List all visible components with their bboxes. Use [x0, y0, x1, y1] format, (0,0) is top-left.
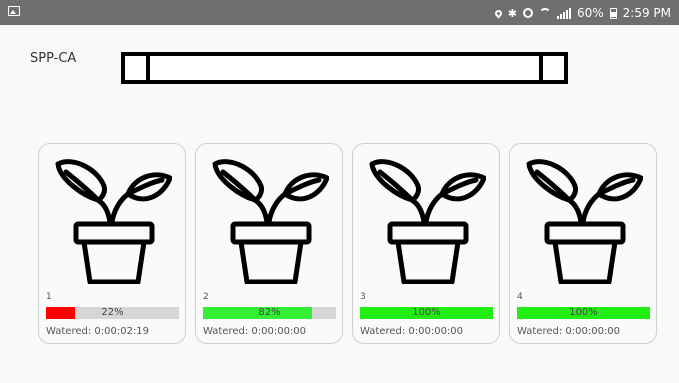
plant-card[interactable]: 1 22% Watered: 0:00:02:19 [38, 143, 186, 344]
moisture-percent: 22% [101, 307, 124, 318]
slider-right-handle[interactable] [539, 56, 543, 80]
bluetooth-icon: ✱ [507, 6, 517, 20]
watered-timer: Watered: 0:00:00:00 [517, 326, 621, 337]
location-icon [493, 8, 504, 18]
signal-icon [556, 7, 571, 19]
range-slider[interactable] [121, 52, 568, 84]
status-icons: ✱ 60% 2:59 PM [493, 4, 671, 22]
watered-timer: Watered: 0:00:00:00 [203, 326, 307, 337]
app-title: SPP-CA [30, 51, 77, 66]
moisture-bar: 22% [46, 307, 179, 319]
alarm-icon [522, 8, 533, 18]
plant-number: 1 [46, 292, 52, 302]
status-bar: ✱ 60% 2:59 PM [0, 0, 679, 25]
potted-plant-icon [211, 150, 330, 285]
potted-plant-icon [368, 150, 487, 285]
image-icon [8, 6, 20, 16]
potted-plant-icon [54, 150, 173, 285]
clock: 2:59 PM [622, 6, 671, 20]
potted-plant-icon [525, 150, 644, 285]
moisture-percent: 82% [258, 307, 281, 318]
slider-left-handle[interactable] [146, 56, 150, 80]
moisture-bar: 100% [517, 307, 650, 319]
plant-number: 4 [517, 292, 523, 302]
plant-card[interactable]: 3 100% Watered: 0:00:00:00 [352, 143, 500, 344]
watered-timer: Watered: 0:00:02:19 [46, 326, 150, 337]
plant-card[interactable]: 2 82% Watered: 0:00:00:00 [195, 143, 343, 344]
moisture-percent: 100% [569, 307, 598, 318]
moisture-bar: 82% [203, 307, 336, 319]
battery-icon [609, 7, 617, 19]
plant-number: 3 [360, 292, 366, 302]
plant-card[interactable]: 4 100% Watered: 0:00:00:00 [509, 143, 657, 344]
battery-percent: 60% [576, 6, 604, 20]
moisture-bar: 100% [360, 307, 493, 319]
wifi-icon [538, 8, 551, 18]
watered-timer: Watered: 0:00:00:00 [360, 326, 464, 337]
moisture-percent: 100% [412, 307, 441, 318]
plant-number: 2 [203, 292, 209, 302]
